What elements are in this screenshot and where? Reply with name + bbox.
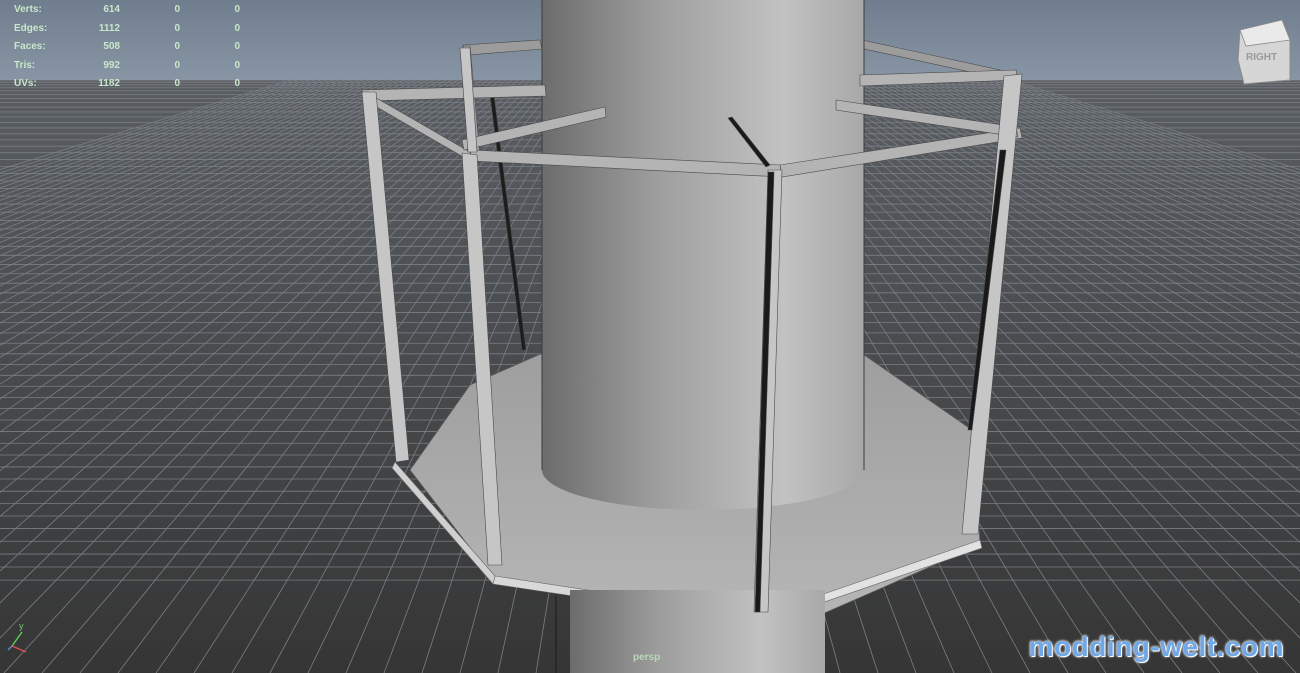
- scene-canvas[interactable]: [0, 0, 1300, 673]
- hud-label: Edges:: [14, 22, 48, 34]
- hud-label: UVs:: [14, 78, 37, 89]
- hud-row-verts: Verts: 614 0 0: [14, 1, 240, 20]
- heads-up-display: Verts: 614 0 0 Edges: 1112 0 0 Faces: 50…: [14, 1, 240, 94]
- hud-value: 508: [103, 41, 120, 52]
- hud-value: 1182: [98, 78, 120, 89]
- axis-y-label: y: [19, 621, 24, 631]
- hud-value: 0: [234, 41, 240, 52]
- hud-value: 0: [234, 59, 240, 71]
- hud-value: 0: [174, 78, 180, 89]
- hud-label: Verts:: [14, 4, 42, 15]
- hud-value: 0: [234, 78, 240, 89]
- hud-value: 992: [103, 59, 120, 71]
- hud-label: Faces:: [14, 41, 46, 52]
- hud-row-uvs: UVs: 1182 0 0: [14, 75, 240, 94]
- hud-value: 0: [174, 4, 180, 15]
- hud-row-edges: Edges: 1112 0 0: [14, 20, 240, 39]
- hud-value: 1112: [98, 22, 120, 34]
- hud-value: 0: [174, 41, 180, 52]
- hud-value: 0: [174, 59, 180, 71]
- hud-value: 0: [174, 22, 180, 34]
- watermark-text: modding-welt.com: [1028, 631, 1284, 662]
- view-cube-label[interactable]: RIGHT: [1246, 52, 1277, 63]
- hud-row-tris: Tris: 992 0 0: [14, 57, 240, 76]
- 3d-viewport[interactable]: Verts: 614 0 0 Edges: 1112 0 0 Faces: 50…: [0, 0, 1300, 673]
- camera-name-label: persp: [633, 652, 661, 663]
- hud-value: 0: [234, 22, 240, 34]
- hud-value: 0: [234, 4, 240, 15]
- hud-value: 614: [103, 4, 120, 15]
- hud-label: Tris:: [14, 59, 36, 71]
- hud-row-faces: Faces: 508 0 0: [14, 38, 240, 57]
